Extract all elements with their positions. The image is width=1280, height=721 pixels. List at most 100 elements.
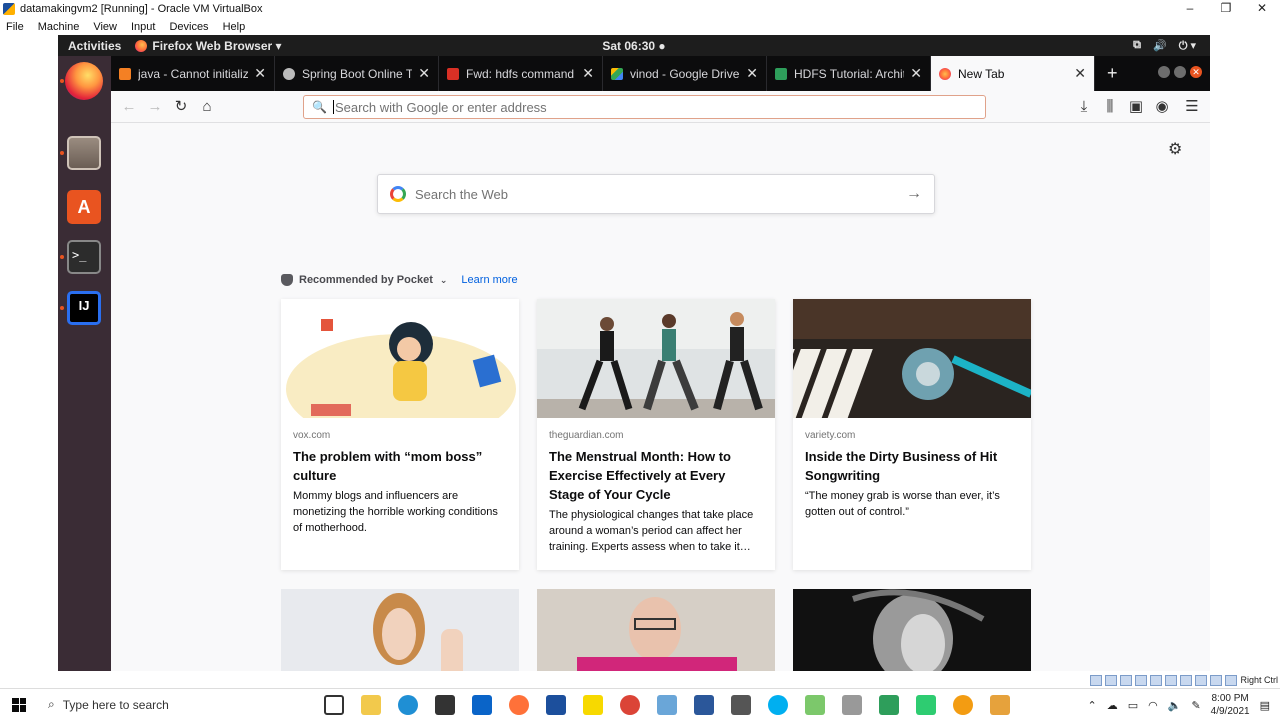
tab-new-tab[interactable]: New Tab ✕ <box>931 56 1095 91</box>
tab-close-icon[interactable]: ✕ <box>254 65 266 82</box>
usb-icon[interactable] <box>1150 674 1163 686</box>
sticky-notes-icon[interactable] <box>583 694 603 715</box>
software-center-icon[interactable]: A <box>67 190 101 224</box>
story-card[interactable]: theguardian.com The Menstrual Month: How… <box>537 299 775 570</box>
story-card[interactable]: vox.com The problem with “mom boss” cult… <box>281 299 519 570</box>
guest-display: Activities Firefox Web Browser ▾ Sat 06:… <box>58 35 1210 671</box>
cpu-icon[interactable] <box>1210 674 1223 686</box>
new-tab-button[interactable]: + <box>1107 63 1118 84</box>
menu-file[interactable]: File <box>6 21 24 33</box>
notification-icon[interactable]: ▤ <box>1260 699 1270 712</box>
virtualbox-taskbar-icon[interactable] <box>546 694 566 715</box>
chrome-icon[interactable] <box>620 694 640 715</box>
gnome-top-bar: Activities Firefox Web Browser ▾ Sat 06:… <box>58 35 1210 56</box>
file-explorer-icon[interactable] <box>361 694 381 715</box>
arrow-right-icon[interactable]: → <box>906 185 922 203</box>
mail-icon[interactable] <box>472 694 492 715</box>
firefox-icon[interactable] <box>65 62 103 100</box>
menu-machine[interactable]: Machine <box>38 21 80 33</box>
files-icon[interactable] <box>67 136 101 170</box>
start-button[interactable] <box>0 689 38 721</box>
audio-icon[interactable] <box>1120 674 1133 686</box>
home-button[interactable]: ⌂ <box>198 98 216 116</box>
activities-button[interactable]: Activities <box>68 39 121 53</box>
battery-icon[interactable]: ▭ <box>1128 699 1138 712</box>
library-icon[interactable]: ⫼ <box>1101 98 1119 116</box>
tab-close-icon[interactable]: ✕ <box>582 65 594 82</box>
sidebar-icon[interactable]: ▣ <box>1127 98 1145 116</box>
shared-folder-icon[interactable] <box>1165 674 1178 686</box>
app-icon[interactable] <box>657 694 677 715</box>
url-bar[interactable]: 🔍 Search with Google or enter address <box>303 95 986 119</box>
minimize-button[interactable] <box>1158 66 1170 78</box>
story-card[interactable] <box>281 589 519 671</box>
skype-icon[interactable] <box>768 694 788 715</box>
app-icon[interactable] <box>879 694 899 715</box>
tab-google-drive[interactable]: vinod - Google Drive ✕ <box>603 56 767 91</box>
story-image <box>281 299 519 418</box>
hdd-icon[interactable] <box>1090 674 1103 686</box>
app-icon[interactable] <box>916 694 936 715</box>
store-icon[interactable] <box>435 694 455 715</box>
maximize-button[interactable]: ❐ <box>1208 0 1244 18</box>
forward-button[interactable]: → <box>146 98 164 116</box>
story-card[interactable]: variety.com Inside the Dirty Business of… <box>793 299 1031 570</box>
onedrive-icon[interactable]: ☁ <box>1107 699 1118 712</box>
menu-icon[interactable]: ☰ <box>1183 98 1201 116</box>
word-icon[interactable] <box>694 694 714 715</box>
story-card[interactable] <box>793 589 1031 671</box>
tab-close-icon[interactable]: ✕ <box>1074 65 1086 82</box>
reload-button[interactable]: ↻ <box>172 98 190 116</box>
tab-close-icon[interactable]: ✕ <box>746 65 758 82</box>
gear-icon[interactable]: ⚙ <box>1168 139 1182 159</box>
firefox-icon[interactable] <box>509 694 529 715</box>
recording-icon[interactable] <box>1195 674 1208 686</box>
app-icon[interactable] <box>842 694 862 715</box>
tab-spring-boot[interactable]: Spring Boot Online T ✕ <box>275 56 439 91</box>
tab-gmail[interactable]: Fwd: hdfs command ✕ <box>439 56 603 91</box>
gnome-system-tray[interactable]: ⧉ 🔊 ⏻ ▾ <box>1133 39 1196 53</box>
clock-date: 4/9/2021 <box>1210 706 1250 717</box>
close-button[interactable]: ✕ <box>1190 66 1202 78</box>
tab-hdfs-tutorial[interactable]: HDFS Tutorial: Archit ✕ <box>767 56 931 91</box>
wifi-icon[interactable]: ◠ <box>1148 699 1158 712</box>
volume-icon[interactable]: 🔈 <box>1168 699 1182 712</box>
story-card[interactable] <box>537 589 775 671</box>
menu-input[interactable]: Input <box>131 21 155 33</box>
back-button[interactable]: ← <box>120 98 138 116</box>
minimize-button[interactable]: – <box>1172 0 1208 18</box>
chevron-up-icon[interactable]: ⌃ <box>1088 699 1097 712</box>
terminal-icon[interactable]: >_ <box>67 240 101 274</box>
display-icon[interactable] <box>1180 674 1193 686</box>
menu-help[interactable]: Help <box>223 21 246 33</box>
account-icon[interactable]: ◉ <box>1153 98 1171 116</box>
close-button[interactable]: ✕ <box>1244 0 1280 18</box>
learn-more-link[interactable]: Learn more <box>461 274 517 286</box>
intellij-icon[interactable]: IJ <box>67 291 101 325</box>
menu-devices[interactable]: Devices <box>169 21 208 33</box>
3d-viewer-icon[interactable] <box>731 694 751 715</box>
virtualbox-status-bar: Right Ctrl <box>1090 672 1280 688</box>
web-search-box[interactable]: Search the Web → <box>377 174 935 214</box>
optical-drive-icon[interactable] <box>1105 674 1118 686</box>
downloads-icon[interactable]: ⤓ <box>1075 98 1093 116</box>
app-icon[interactable] <box>953 694 973 715</box>
app-menu[interactable]: Firefox Web Browser ▾ <box>135 39 282 53</box>
task-view-icon[interactable] <box>324 694 344 715</box>
maximize-button[interactable] <box>1174 66 1186 78</box>
taskbar-search[interactable]: ⌕ Type here to search <box>38 689 314 721</box>
notepad-icon[interactable] <box>805 694 825 715</box>
app-icon[interactable] <box>990 694 1010 715</box>
story-title: The Menstrual Month: How to Exercise Eff… <box>549 449 731 502</box>
gnome-clock[interactable]: Sat 06:30 ● <box>602 39 665 53</box>
chevron-down-icon[interactable]: ⌄ <box>440 275 448 286</box>
menu-view[interactable]: View <box>93 21 117 33</box>
tab-java[interactable]: java - Cannot initializ ✕ <box>111 56 275 91</box>
tab-close-icon[interactable]: ✕ <box>910 65 922 82</box>
edge-icon[interactable] <box>398 694 418 715</box>
taskbar-clock[interactable]: 8:00 PM 4/9/2021 <box>1211 692 1250 718</box>
network-icon[interactable] <box>1135 674 1148 686</box>
mouse-integration-icon[interactable] <box>1225 674 1238 686</box>
pen-icon[interactable]: ✎ <box>1191 699 1200 712</box>
tab-close-icon[interactable]: ✕ <box>418 65 430 82</box>
